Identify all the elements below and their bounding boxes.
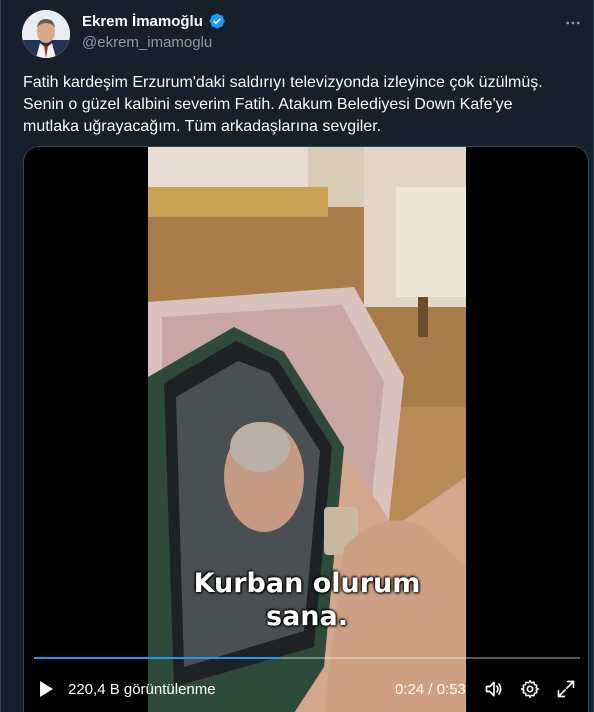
video-player[interactable]: Kurban olurum sana. 220,4 B görüntülenme…	[23, 146, 589, 712]
volume-icon[interactable]	[482, 673, 506, 705]
video-progress-fill	[34, 657, 282, 659]
video-caption-line-1: Kurban olurum	[193, 568, 421, 599]
tweet-card[interactable]: Ekrem İmamoğlu @ekrem_imamoglu Fatih kar…	[0, 0, 594, 712]
video-caption-line-2: sana.	[266, 601, 348, 632]
avatar[interactable]	[22, 10, 70, 58]
play-icon[interactable]	[36, 673, 56, 705]
more-icon[interactable]	[561, 12, 585, 34]
video-progress-bar[interactable]	[34, 657, 580, 659]
author-name[interactable]: Ekrem İmamoğlu	[82, 13, 203, 30]
verified-badge-icon	[208, 12, 226, 30]
author-name-row[interactable]: Ekrem İmamoğlu	[82, 12, 226, 30]
settings-icon[interactable]	[518, 673, 542, 705]
tweet-text: Fatih kardeşim Erzurum'daki saldırıyı te…	[23, 74, 543, 135]
video-controls: 220,4 B görüntülenme 0:24 / 0:53	[24, 673, 588, 705]
author-handle[interactable]: @ekrem_imamoglu	[82, 34, 212, 51]
avatar-image	[22, 10, 70, 58]
video-time: 0:24 / 0:53	[395, 680, 466, 698]
view-count: 220,4 B görüntülenme	[68, 680, 216, 698]
fullscreen-icon[interactable]	[554, 673, 578, 705]
